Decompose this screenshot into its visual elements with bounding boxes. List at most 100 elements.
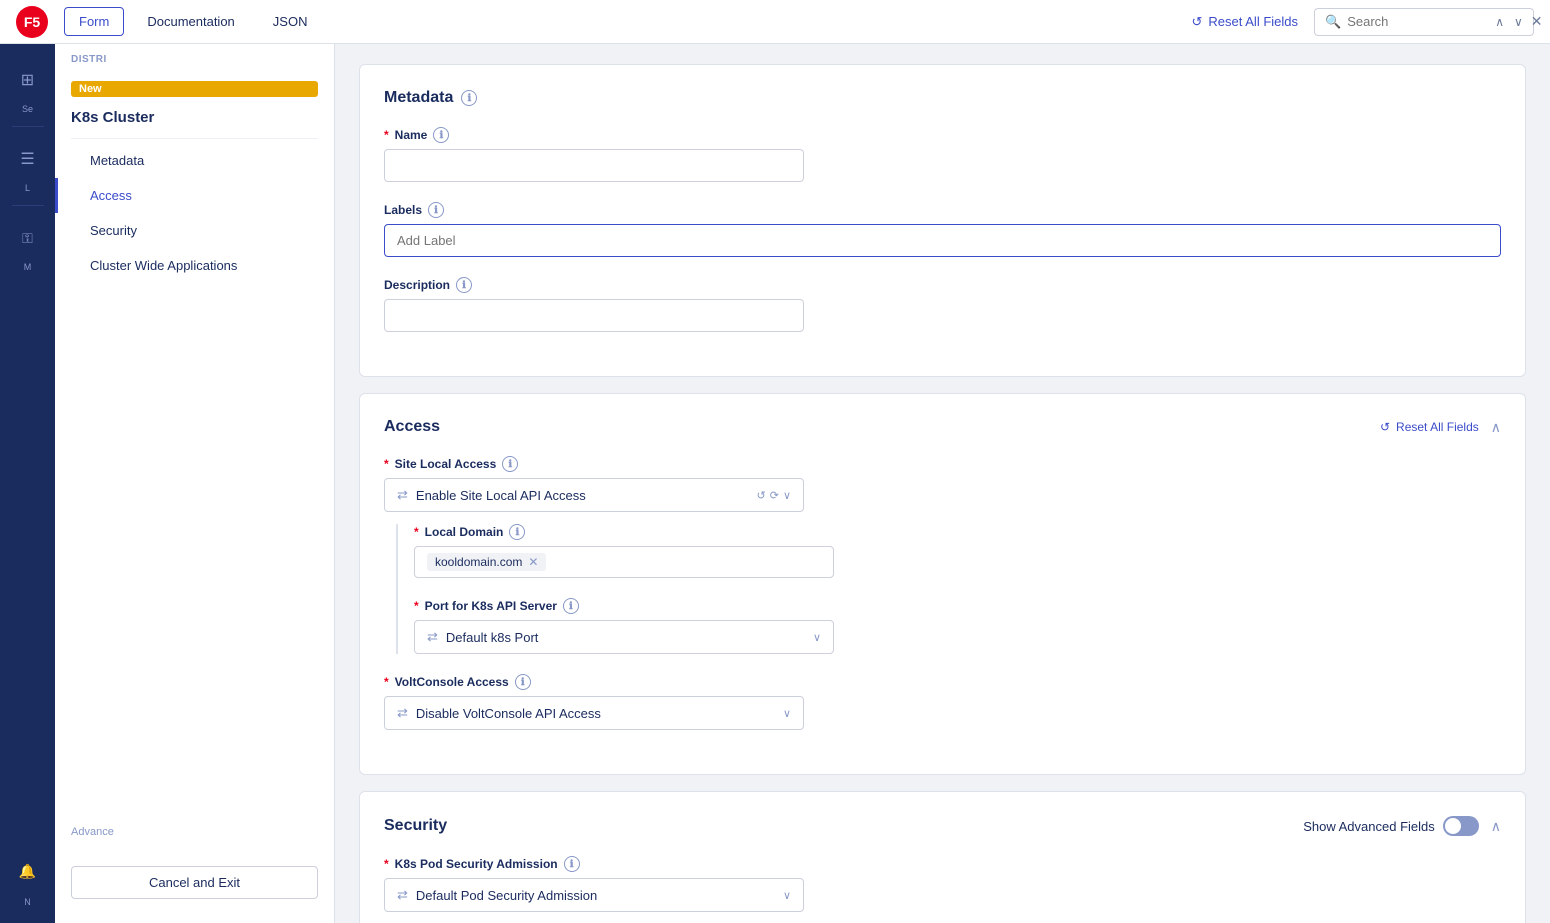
voltconsole-chevron-btn[interactable]: ∨ — [783, 707, 791, 720]
port-label: * Port for K8s API Server ℹ — [414, 598, 1501, 614]
nav-link-access[interactable]: Access — [55, 178, 334, 213]
nav-panel: Distri New K8s Cluster Metadata Access S… — [55, 44, 335, 923]
tab-documentation[interactable]: Documentation — [132, 7, 249, 36]
port-info-icon[interactable]: ℹ — [563, 598, 579, 614]
labels-label: Labels ℹ — [384, 202, 1501, 218]
sidebar-icon-key[interactable]: ⚿ — [8, 218, 48, 258]
description-info-icon[interactable]: ℹ — [456, 277, 472, 293]
sidebar-icon-grid[interactable]: ⊞ — [8, 60, 48, 100]
sidebar-label-n: N — [24, 897, 31, 907]
metadata-info-icon[interactable]: ℹ — [461, 90, 477, 106]
local-domain-tag-close[interactable]: ✕ — [528, 555, 538, 569]
shuffle-icon: ⇄ — [397, 487, 408, 503]
security-collapse-icon[interactable]: ∧ — [1491, 818, 1501, 835]
port-select[interactable]: ⇄ Default k8s Port ∨ — [414, 620, 834, 654]
sidebar-separator — [12, 126, 44, 127]
description-input[interactable] — [384, 299, 804, 332]
local-domain-tag: kooldomain.com ✕ — [427, 553, 546, 571]
site-local-info-icon[interactable]: ℹ — [502, 456, 518, 472]
reset-all-label: Reset All Fields — [1208, 14, 1298, 29]
tab-json[interactable]: JSON — [258, 7, 323, 36]
new-badge: New — [71, 81, 318, 97]
nav-link-cluster-wide[interactable]: Cluster Wide Applications — [55, 248, 334, 283]
sidebar-mid-group: ☰ L — [8, 139, 48, 193]
sidebar-top-group: ⊞ Se — [8, 60, 48, 114]
sidebar-bottom-group: 🔔 N — [8, 851, 48, 923]
name-input[interactable] — [384, 149, 804, 182]
reset-section-icon: ↺ — [1380, 420, 1390, 434]
main-content: Metadata ℹ * Name ℹ Labels ℹ — [335, 44, 1550, 923]
local-domain-label: * Local Domain ℹ — [414, 524, 1501, 540]
search-next-button[interactable]: ∨ — [1512, 13, 1525, 31]
security-section: Security Show Advanced Fields ∧ * K8s — [359, 791, 1526, 923]
k8s-pod-select[interactable]: ⇄ Default Pod Security Admission ∨ — [384, 878, 804, 912]
k8s-pod-shuffle-icon: ⇄ — [397, 887, 408, 903]
k8s-pod-label: * K8s Pod Security Admission ℹ — [384, 856, 1501, 872]
show-advanced-toggle[interactable] — [1443, 816, 1479, 836]
name-info-icon[interactable]: ℹ — [433, 127, 449, 143]
k8s-pod-info-icon[interactable]: ℹ — [564, 856, 580, 872]
port-chevron-btn[interactable]: ∨ — [813, 631, 821, 644]
k8s-pod-chevron-btn[interactable]: ∨ — [783, 889, 791, 902]
local-domain-group: * Local Domain ℹ kooldomain.com ✕ — [414, 524, 1501, 578]
sidebar-key-group: ⚿ M — [8, 218, 48, 272]
labels-field-group: Labels ℹ — [384, 202, 1501, 257]
search-box: 🔍 ∧ ∨ ✕ — [1314, 8, 1534, 36]
port-shuffle-icon: ⇄ — [427, 629, 438, 645]
nav-link-security[interactable]: Security — [55, 213, 334, 248]
sidebar-icon-l[interactable]: ☰ — [8, 139, 48, 179]
name-field-group: * Name ℹ — [384, 127, 1501, 182]
topbar: F5 Form Documentation JSON ↺ Reset All F… — [0, 0, 1550, 44]
sidebar-label-m: M — [24, 262, 32, 272]
name-label: * Name ℹ — [384, 127, 1501, 143]
nav-item-title: K8s Cluster — [55, 105, 334, 138]
metadata-section: Metadata ℹ * Name ℹ Labels ℹ — [359, 64, 1526, 377]
port-field-group: * Port for K8s API Server ℹ ⇄ Default k8… — [414, 598, 1501, 654]
search-close-button[interactable]: ✕ — [1531, 13, 1543, 30]
description-field-group: Description ℹ — [384, 277, 1501, 332]
metadata-title: Metadata ℹ — [384, 89, 1501, 107]
tab-form[interactable]: Form — [64, 7, 124, 36]
select-refresh2-btn[interactable]: ⟳ — [770, 489, 779, 502]
access-reset-label: Reset All Fields — [1396, 420, 1479, 434]
voltconsole-info-icon[interactable]: ℹ — [515, 674, 531, 690]
description-label: Description ℹ — [384, 277, 1501, 293]
sidebar-label-l: L — [25, 183, 30, 193]
sidebar-label-se: Se — [22, 104, 33, 114]
nav-entries: Metadata Access Security Cluster Wide Ap… — [55, 139, 334, 291]
access-title: Access — [384, 418, 440, 436]
access-reset-button[interactable]: ↺ Reset All Fields — [1380, 420, 1479, 434]
access-section-header: Access ↺ Reset All Fields ∧ — [384, 418, 1501, 436]
advanced-label: Advance — [55, 818, 334, 842]
voltconsole-label: * VoltConsole Access ℹ — [384, 674, 1501, 690]
local-domain-input-wrap[interactable]: kooldomain.com ✕ — [414, 546, 834, 578]
nav-link-metadata[interactable]: Metadata — [55, 143, 334, 178]
show-advanced-label: Show Advanced Fields — [1303, 819, 1435, 834]
cancel-and-exit-button[interactable]: Cancel and Exit — [71, 866, 318, 899]
nested-local-domain: * Local Domain ℹ kooldomain.com ✕ — [396, 524, 1501, 654]
site-local-access-label: * Site Local Access ℹ — [384, 456, 1501, 472]
cancel-btn-wrap: Cancel and Exit — [55, 842, 334, 923]
sidebar-icon-bell[interactable]: 🔔 — [8, 851, 48, 891]
security-title: Security — [384, 817, 447, 835]
select-refresh1-btn[interactable]: ↺ — [757, 489, 766, 502]
reset-all-button[interactable]: ↺ Reset All Fields — [1184, 10, 1307, 34]
search-prev-button[interactable]: ∧ — [1493, 13, 1506, 31]
select-chevron-btn[interactable]: ∨ — [783, 489, 791, 502]
reset-icon: ↺ — [1192, 14, 1203, 30]
labels-info-icon[interactable]: ℹ — [428, 202, 444, 218]
layout: ⊞ Se ☰ L ⚿ M 🔔 N Distri New K8s Cluster … — [0, 44, 1550, 923]
access-section: Access ↺ Reset All Fields ∧ * Site Local… — [359, 393, 1526, 775]
site-local-access-select[interactable]: ⇄ Enable Site Local API Access ↺ ⟳ ∨ — [384, 478, 804, 512]
nav-section-label: Distri — [55, 44, 334, 69]
search-input[interactable] — [1347, 14, 1487, 29]
k8s-pod-security-group: * K8s Pod Security Admission ℹ ⇄ Default… — [384, 856, 1501, 912]
left-sidebar: ⊞ Se ☰ L ⚿ M 🔔 N — [0, 44, 55, 923]
voltconsole-select[interactable]: ⇄ Disable VoltConsole API Access ∨ — [384, 696, 804, 730]
toggle-knob — [1445, 818, 1461, 834]
labels-input[interactable] — [384, 224, 1501, 257]
access-collapse-icon[interactable]: ∧ — [1491, 419, 1501, 436]
voltconsole-shuffle-icon: ⇄ — [397, 705, 408, 721]
site-local-access-group: * Site Local Access ℹ ⇄ Enable Site Loca… — [384, 456, 1501, 654]
local-domain-info-icon[interactable]: ℹ — [509, 524, 525, 540]
